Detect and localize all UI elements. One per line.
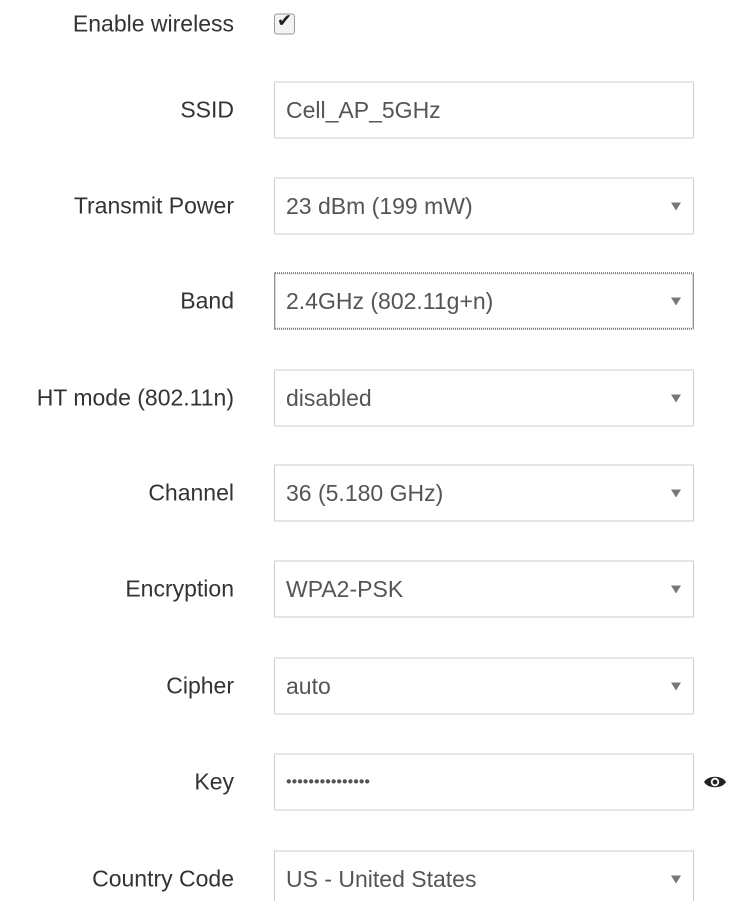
band-value: 2.4GHz (802.11g+n) (286, 287, 494, 314)
ht-mode-select[interactable]: disabled (274, 369, 694, 427)
wireless-settings-form: Enable wireless ✔ SSID Cell_AP_5GHz Tran… (0, 0, 731, 901)
channel-value: 36 (5.180 GHz) (286, 479, 444, 506)
enable-wireless-label: Enable wireless (72, 10, 234, 37)
band-label: Band (180, 287, 234, 314)
cipher-label: Cipher (166, 672, 234, 699)
band-row: Band 2.4GHz (802.11g+n) (0, 271, 731, 331)
chevron-down-icon (671, 585, 681, 593)
checkmark-icon: ✔ (277, 10, 293, 31)
encryption-row: Encryption WPA2-PSK (0, 559, 731, 619)
transmit-power-select[interactable]: 23 dBm (199 mW) (274, 177, 694, 235)
encryption-value: WPA2-PSK (286, 575, 404, 602)
key-masked-value: ••••••••••••••• (286, 773, 371, 790)
country-code-select[interactable]: US - United States (274, 850, 694, 901)
ssid-input[interactable]: Cell_AP_5GHz (274, 81, 694, 139)
key-row: Key ••••••••••••••• (0, 752, 731, 812)
key-password-input[interactable]: ••••••••••••••• (274, 753, 694, 811)
country-code-row: Country Code US - United States (0, 849, 731, 901)
enable-wireless-row: Enable wireless ✔ (0, 0, 731, 54)
channel-row: Channel 36 (5.180 GHz) (0, 463, 731, 523)
ht-mode-label: HT mode (802.11n) (36, 384, 234, 411)
channel-label: Channel (148, 479, 234, 506)
encryption-select[interactable]: WPA2-PSK (274, 560, 694, 618)
key-label: Key (194, 768, 234, 795)
enable-wireless-checkbox[interactable]: ✔ (274, 10, 295, 35)
ssid-value: Cell_AP_5GHz (286, 96, 441, 123)
ht-mode-row: HT mode (802.11n) disabled (0, 368, 731, 428)
ssid-row: SSID Cell_AP_5GHz (0, 80, 731, 140)
ht-mode-value: disabled (286, 384, 372, 411)
country-code-value: US - United States (286, 865, 477, 892)
chevron-down-icon (671, 394, 681, 402)
band-select[interactable]: 2.4GHz (802.11g+n) (274, 272, 694, 330)
chevron-down-icon (671, 297, 681, 305)
transmit-power-row: Transmit Power 23 dBm (199 mW) (0, 176, 731, 236)
cipher-value: auto (286, 672, 331, 699)
cipher-select[interactable]: auto (274, 657, 694, 715)
chevron-down-icon (671, 682, 681, 690)
ssid-label: SSID (180, 96, 234, 123)
encryption-label: Encryption (125, 575, 234, 602)
chevron-down-icon (671, 202, 681, 210)
chevron-down-icon (671, 489, 681, 497)
transmit-power-label: Transmit Power (73, 192, 234, 219)
country-code-label: Country Code (92, 865, 234, 892)
chevron-down-icon (671, 875, 681, 883)
transmit-power-value: 23 dBm (199 mW) (286, 192, 473, 219)
cipher-row: Cipher auto (0, 656, 731, 716)
channel-select[interactable]: 36 (5.180 GHz) (274, 464, 694, 522)
eye-icon[interactable] (703, 774, 727, 790)
